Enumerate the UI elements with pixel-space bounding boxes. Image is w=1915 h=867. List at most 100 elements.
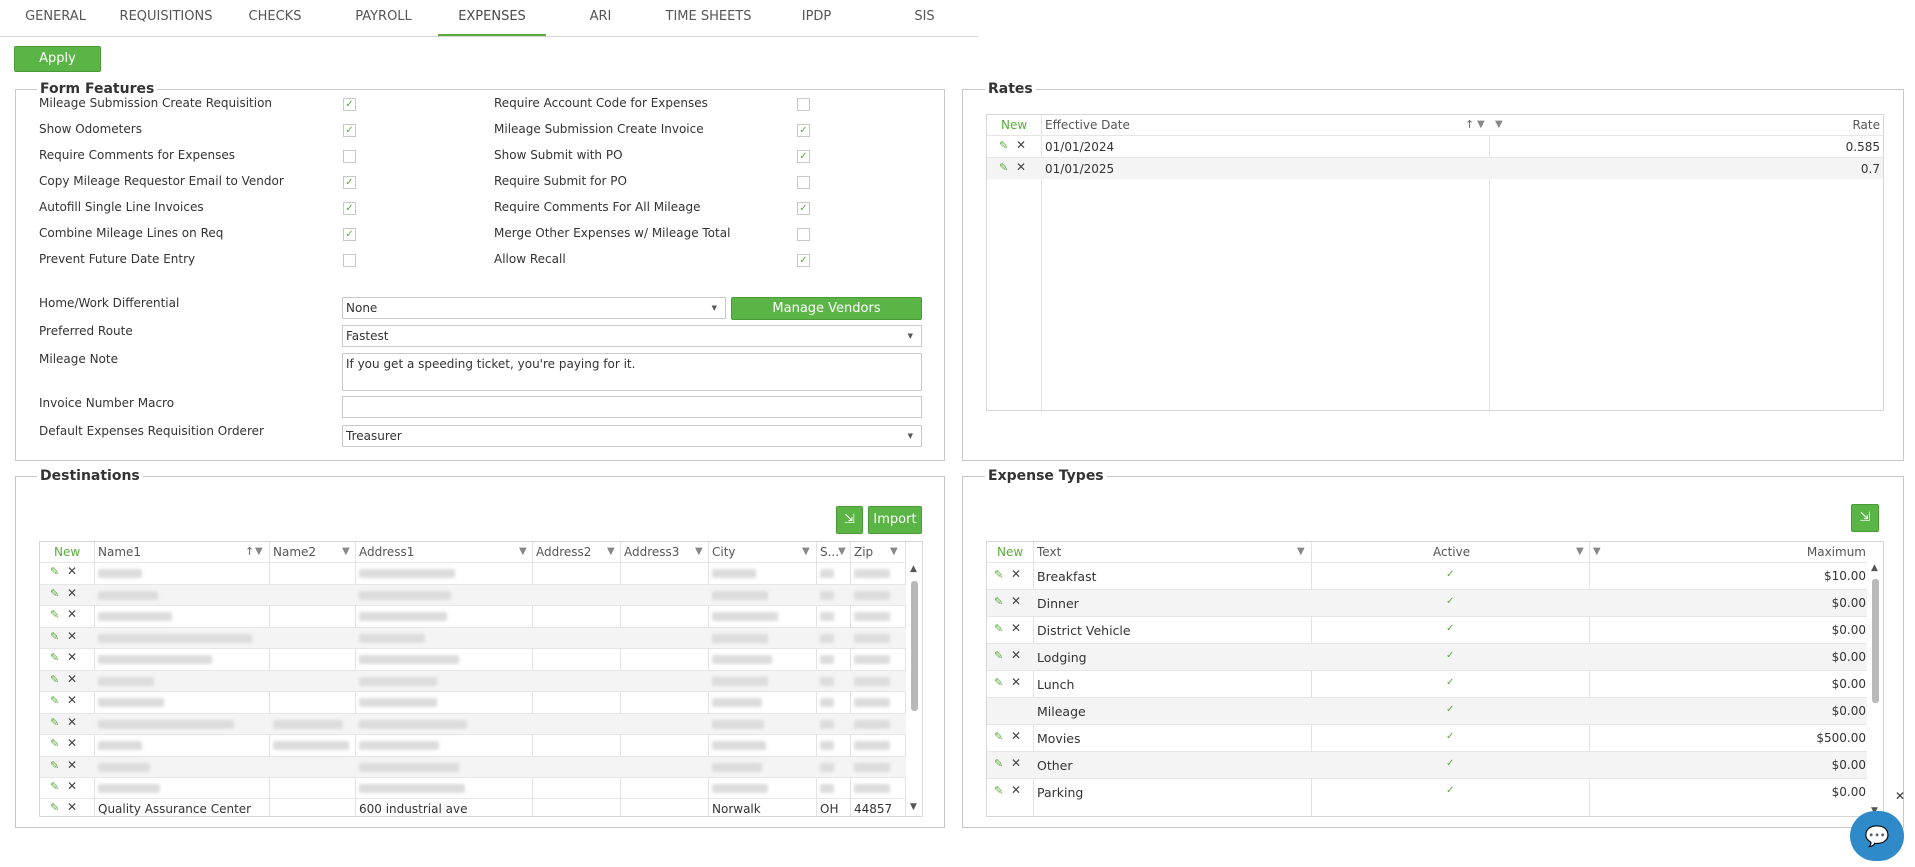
feature-checkbox[interactable] [343, 254, 356, 267]
pencil-icon[interactable]: ✎ [50, 673, 59, 686]
pencil-icon[interactable]: ✎ [994, 730, 1003, 743]
name2-header[interactable]: Name2 [273, 542, 316, 562]
feature-checkbox[interactable]: ✓ [343, 202, 356, 215]
scroll-up-icon[interactable]: ▲ [910, 564, 917, 574]
home-work-select[interactable]: None ▼ [342, 297, 726, 319]
expense-types-new-button[interactable]: New [997, 542, 1023, 562]
tab-ipdp[interactable]: IPDP [762, 0, 871, 36]
filter-icon[interactable]: ▼ [519, 546, 527, 557]
pencil-icon[interactable]: ✎ [50, 608, 59, 621]
pencil-icon[interactable]: ✎ [50, 651, 59, 664]
effective-date-header[interactable]: Effective Date [1045, 115, 1130, 135]
pencil-icon[interactable]: ✎ [994, 757, 1003, 770]
tab-general[interactable]: GENERAL [0, 0, 111, 36]
filter-icon[interactable]: ▼ [255, 546, 263, 557]
filter-icon[interactable]: ▼ [1297, 546, 1305, 557]
invoice-macro-input[interactable] [342, 396, 922, 418]
filter-icon[interactable]: ▼ [1593, 546, 1601, 557]
tab-payroll[interactable]: PAYROLL [329, 0, 438, 36]
close-icon[interactable]: ✕ [67, 758, 77, 772]
city-header[interactable]: City [712, 542, 736, 562]
feature-checkbox[interactable]: ✓ [343, 98, 356, 111]
filter-icon[interactable]: ▼ [1477, 119, 1485, 130]
close-icon[interactable]: ✕ [67, 607, 77, 621]
pencil-icon[interactable]: ✎ [50, 780, 59, 793]
scroll-up-icon[interactable]: ▲ [1871, 563, 1878, 573]
tab-sis[interactable]: SIS [871, 0, 978, 36]
close-icon[interactable]: ✕ [1016, 138, 1026, 152]
close-icon[interactable]: ✕ [67, 736, 77, 750]
close-icon[interactable]: ✕ [1011, 675, 1021, 689]
close-icon[interactable]: ✕ [67, 629, 77, 643]
pencil-icon[interactable]: ✎ [999, 139, 1008, 152]
close-icon[interactable]: ✕ [67, 715, 77, 729]
feature-checkbox[interactable]: ✓ [797, 254, 810, 267]
tab-checks[interactable]: CHECKS [221, 0, 329, 36]
pencil-icon[interactable]: ✎ [999, 161, 1008, 174]
address1-header[interactable]: Address1 [359, 542, 414, 562]
feature-checkbox[interactable] [797, 98, 810, 111]
close-icon[interactable]: ✕ [67, 672, 77, 686]
scrollbar-thumb[interactable] [1872, 579, 1879, 703]
sort-arrow-icon[interactable]: ↑ [1465, 118, 1474, 131]
pencil-icon[interactable]: ✎ [50, 694, 59, 707]
scrollbar-thumb[interactable] [911, 581, 918, 711]
close-icon[interactable]: ✕ [1011, 729, 1021, 743]
name1-header[interactable]: Name1 [98, 542, 141, 562]
tab-ari[interactable]: ARI [546, 0, 655, 36]
apply-button[interactable]: Apply [14, 46, 101, 72]
preferred-route-select[interactable]: Fastest ▼ [342, 325, 922, 347]
default-orderer-select[interactable]: Treasurer ▼ [342, 425, 922, 447]
pencil-icon[interactable]: ✎ [50, 565, 59, 578]
filter-icon[interactable]: ▼ [890, 546, 898, 557]
active-header[interactable]: Active [1433, 542, 1470, 562]
mileage-note-field[interactable]: If you get a speeding ticket, you're pay… [342, 353, 922, 391]
filter-icon[interactable]: ▼ [838, 546, 846, 557]
pencil-icon[interactable]: ✎ [50, 759, 59, 772]
feature-checkbox[interactable] [797, 176, 810, 189]
close-icon[interactable]: ✕ [67, 779, 77, 793]
feature-checkbox[interactable] [797, 228, 810, 241]
pencil-icon[interactable]: ✎ [994, 568, 1003, 581]
feature-checkbox[interactable]: ✓ [797, 124, 810, 137]
zip-header[interactable]: Zip [854, 542, 873, 562]
pencil-icon[interactable]: ✎ [994, 595, 1003, 608]
address2-header[interactable]: Address2 [536, 542, 591, 562]
sort-arrow-icon[interactable]: ↑ [245, 545, 254, 558]
feature-checkbox[interactable]: ✓ [343, 124, 356, 137]
close-chat-icon[interactable]: ✕ [1895, 789, 1905, 803]
close-icon[interactable]: ✕ [67, 800, 77, 814]
close-icon[interactable]: ✕ [1016, 160, 1026, 174]
pencil-icon[interactable]: ✎ [50, 587, 59, 600]
filter-icon[interactable]: ▼ [695, 546, 703, 557]
state-header[interactable]: S... [820, 542, 840, 562]
import-button[interactable]: Import [868, 506, 922, 534]
rates-new-button[interactable]: New [1001, 115, 1027, 135]
address3-header[interactable]: Address3 [624, 542, 679, 562]
pencil-icon[interactable]: ✎ [994, 649, 1003, 662]
feature-checkbox[interactable]: ✓ [343, 176, 356, 189]
close-icon[interactable]: ✕ [1011, 756, 1021, 770]
chat-icon[interactable]: 💬 [1850, 811, 1904, 861]
manage-vendors-button[interactable]: Manage Vendors [731, 297, 922, 320]
filter-icon[interactable]: ▼ [802, 546, 810, 557]
pencil-icon[interactable]: ✎ [50, 801, 59, 814]
pencil-icon[interactable]: ✎ [994, 622, 1003, 635]
close-icon[interactable]: ✕ [67, 564, 77, 578]
close-icon[interactable]: ✕ [67, 650, 77, 664]
pencil-icon[interactable]: ✎ [994, 784, 1003, 797]
pencil-icon[interactable]: ✎ [994, 676, 1003, 689]
tab-expenses[interactable]: EXPENSES [438, 0, 546, 36]
pencil-icon[interactable]: ✎ [50, 630, 59, 643]
close-icon[interactable]: ✕ [67, 586, 77, 600]
export-icon[interactable]: ⇲ [1851, 504, 1879, 532]
pencil-icon[interactable]: ✎ [50, 716, 59, 729]
export-icon[interactable]: ⇲ [836, 506, 863, 534]
close-icon[interactable]: ✕ [1011, 621, 1021, 635]
tab-time-sheets[interactable]: TIME SHEETS [655, 0, 762, 36]
destinations-scrollbar[interactable]: ▲ ▼ [906, 562, 922, 816]
text-header[interactable]: Text [1037, 542, 1061, 562]
close-icon[interactable]: ✕ [1011, 783, 1021, 797]
destinations-new-button[interactable]: New [54, 542, 80, 562]
expense-types-scrollbar[interactable]: ▲ ▼ [1867, 562, 1883, 816]
